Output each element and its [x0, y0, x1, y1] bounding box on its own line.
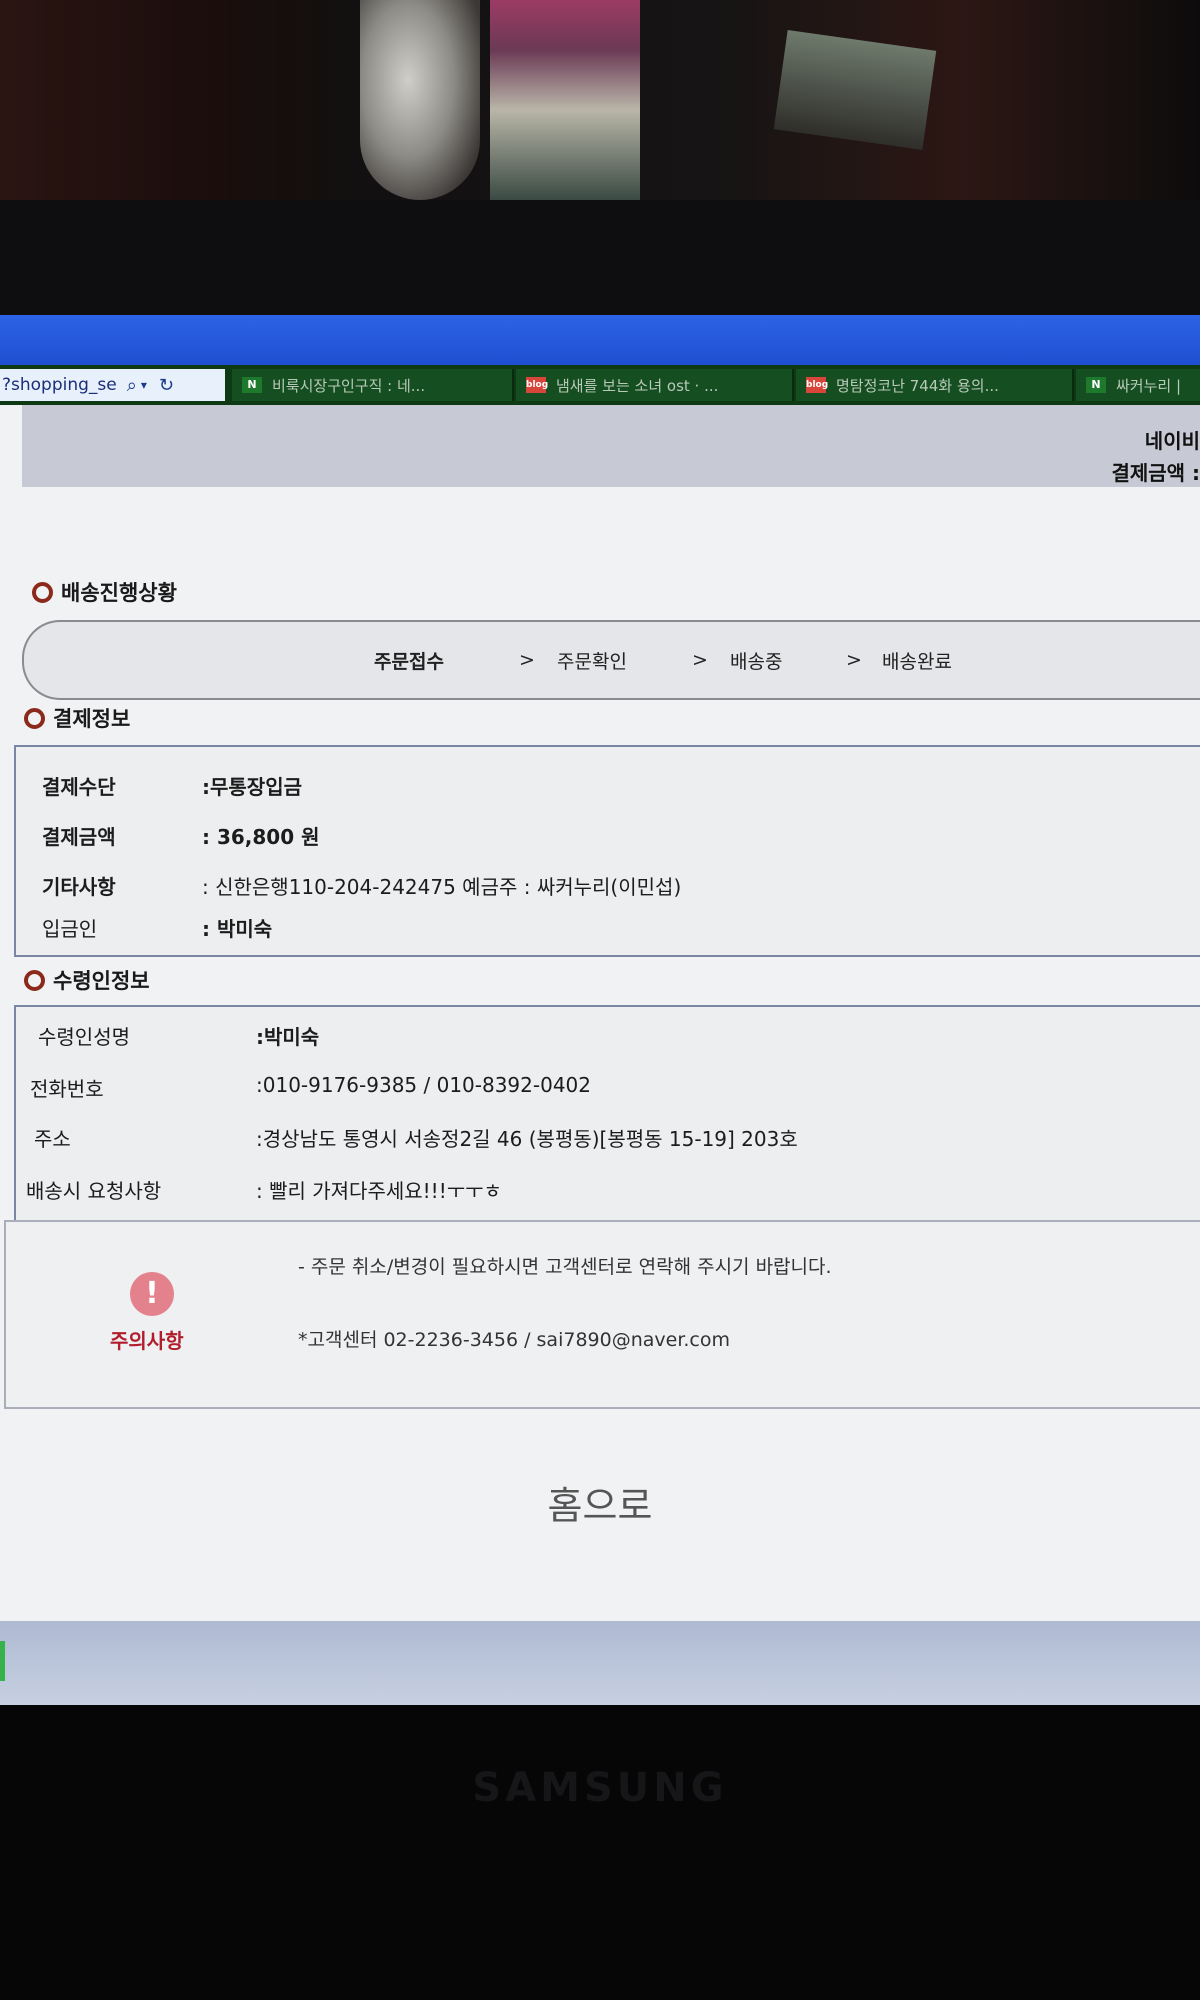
payment-amount-label: 결제금액 :: [1111, 461, 1200, 485]
delivery-progress-bar: 주문접수 > 주문확인 > 배송중 > 배송완료: [22, 620, 1200, 700]
naver-icon: N: [242, 377, 262, 393]
circle-bullet-icon: [32, 581, 53, 603]
other-info-label: 기타사항: [42, 875, 116, 899]
background-object: [360, 0, 480, 200]
naver-icon: N: [1086, 377, 1106, 393]
depositor-label: 입금인: [42, 917, 98, 941]
arrow-icon: >: [519, 649, 535, 671]
arrow-icon: >: [846, 649, 862, 671]
monitor-bezel: [0, 200, 1200, 315]
home-link[interactable]: 홈으로: [0, 1475, 1200, 1530]
monitor-brand-logo: SAMSUNG: [472, 1765, 728, 1811]
address-value: :경상남도 통영시 서송정2길 46 (봉평동)[봉평동 15-19] 203호: [256, 1127, 798, 1151]
payment-info-box: 결제수단 :무통장입금 결제금액 : 36,800 원 기타사항 : 신한은행1…: [14, 745, 1200, 957]
address-label: 주소: [34, 1127, 71, 1151]
screen: ?shopping_se ⌕ ▾ ↻ N 비룩시장구인구직 : 네... blo…: [0, 315, 1200, 1705]
background-object: [490, 0, 640, 200]
recipient-name-label: 수령인성명: [38, 1025, 130, 1049]
taskbar-item[interactable]: [0, 1641, 5, 1681]
address-text: ?shopping_se: [2, 375, 117, 395]
taskbar: [0, 1621, 1200, 1705]
section-title: 수령인정보: [53, 969, 150, 993]
section-heading-delivery: 배송진행상황: [32, 577, 177, 607]
section-title: 결제정보: [53, 707, 131, 731]
payment-amount-value: : 36,800 원: [202, 825, 320, 849]
notice-box: ! 주의사항 - 주문 취소/변경이 필요하시면 고객센터로 연락해 주시기 바…: [4, 1220, 1200, 1409]
phone-value: :010-9176-9385 / 010-8392-0402: [256, 1073, 591, 1097]
tab-label: 싸커누리 |: [1116, 376, 1182, 395]
dropdown-icon[interactable]: ▾: [141, 378, 147, 392]
payment-method-value: :무통장입금: [202, 775, 302, 799]
search-icon[interactable]: ⌕: [127, 375, 137, 396]
exclamation-icon: !: [130, 1272, 174, 1316]
browser-tab[interactable]: blog 명탐정코난 744화 용의...: [796, 369, 1074, 401]
room-background: [0, 0, 1200, 210]
monitor-bottom-bezel: SAMSUNG: [0, 1705, 1200, 2000]
notice-text: - 주문 취소/변경이 필요하시면 고객센터로 연락해 주시기 바랍니다.: [298, 1256, 832, 1278]
browser-titlebar: [0, 315, 1200, 365]
browser-tab[interactable]: blog 냄새를 보는 소녀 ost · ...: [516, 369, 794, 401]
depositor-value: : 박미숙: [202, 917, 273, 941]
phone-label: 전화번호: [30, 1077, 104, 1101]
section-title: 배송진행상황: [61, 581, 177, 605]
arrow-icon: >: [692, 649, 708, 671]
step-shipping: 배송중: [730, 650, 783, 673]
banner-text: 네이비: [1144, 429, 1200, 453]
section-heading-recipient: 수령인정보: [24, 965, 150, 995]
step-order-confirmed: 주문확인: [557, 650, 627, 673]
payment-method-label: 결제수단: [42, 775, 116, 799]
delivery-request-label: 배송시 요청사항: [26, 1179, 162, 1203]
circle-bullet-icon: [24, 707, 45, 729]
blog-icon: blog: [526, 377, 548, 393]
recipient-name-value: :박미숙: [256, 1025, 320, 1049]
refresh-icon[interactable]: ↻: [159, 375, 174, 396]
customer-center-text: *고객센터 02-2236-3456 / sai7890@naver.com: [298, 1329, 731, 1351]
order-summary-banner: 네이비 결제금액 :: [22, 405, 1200, 487]
tab-label: 냄새를 보는 소녀 ost · ...: [556, 376, 719, 395]
other-info-value: : 신한은행110-204-242475 예금주 : 싸커누리(이민섭): [202, 875, 682, 899]
step-order-received: 주문접수: [374, 650, 444, 673]
background-object: [773, 30, 937, 150]
browser-tab[interactable]: N 싸커누리 |: [1076, 369, 1200, 401]
payment-amount-label: 결제금액: [42, 825, 116, 849]
section-heading-payment: 결제정보: [24, 703, 130, 733]
browser-tab[interactable]: N 비룩시장구인구직 : 네...: [232, 369, 514, 401]
tab-label: 명탐정코난 744화 용의...: [836, 376, 999, 395]
address-bar[interactable]: ?shopping_se ⌕ ▾ ↻: [0, 369, 225, 401]
notice-label: 주의사항: [110, 1329, 184, 1353]
browser-tabbar: ?shopping_se ⌕ ▾ ↻ N 비룩시장구인구직 : 네... blo…: [0, 365, 1200, 405]
recipient-info-box: 수령인성명 :박미숙 전화번호 :010-9176-9385 / 010-839…: [14, 1005, 1200, 1227]
circle-bullet-icon: [24, 969, 45, 991]
step-delivered: 배송완료: [882, 650, 952, 673]
blog-icon: blog: [806, 377, 828, 393]
delivery-request-value: : 빨리 가져다주세요!!!ㅜㅜㅎ: [256, 1179, 502, 1203]
tab-label: 비룩시장구인구직 : 네...: [272, 376, 426, 395]
